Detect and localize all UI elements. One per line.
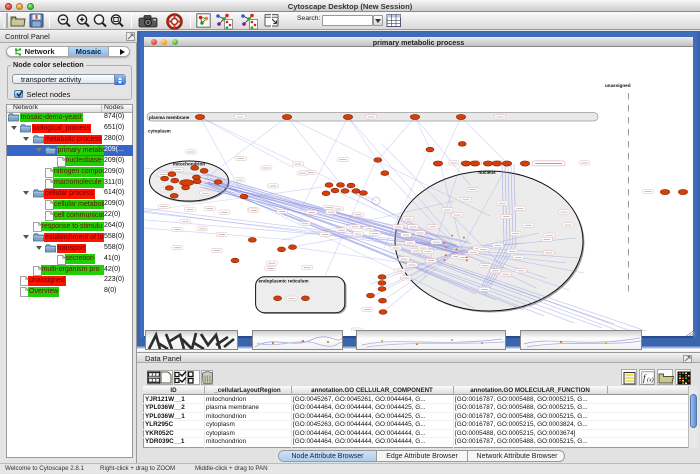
svg-text:mitochondrion: mitochondrion [173, 162, 205, 167]
svg-text:endoplasmic reticulum: endoplasmic reticulum [259, 279, 309, 284]
svg-text:nucleus: nucleus [478, 170, 496, 175]
svg-text:plasma membrane: plasma membrane [149, 115, 190, 120]
svg-text:(x): (x) [647, 376, 654, 383]
svg-text:cytoplasm: cytoplasm [148, 129, 171, 134]
svg-text:unassigned: unassigned [605, 83, 631, 88]
